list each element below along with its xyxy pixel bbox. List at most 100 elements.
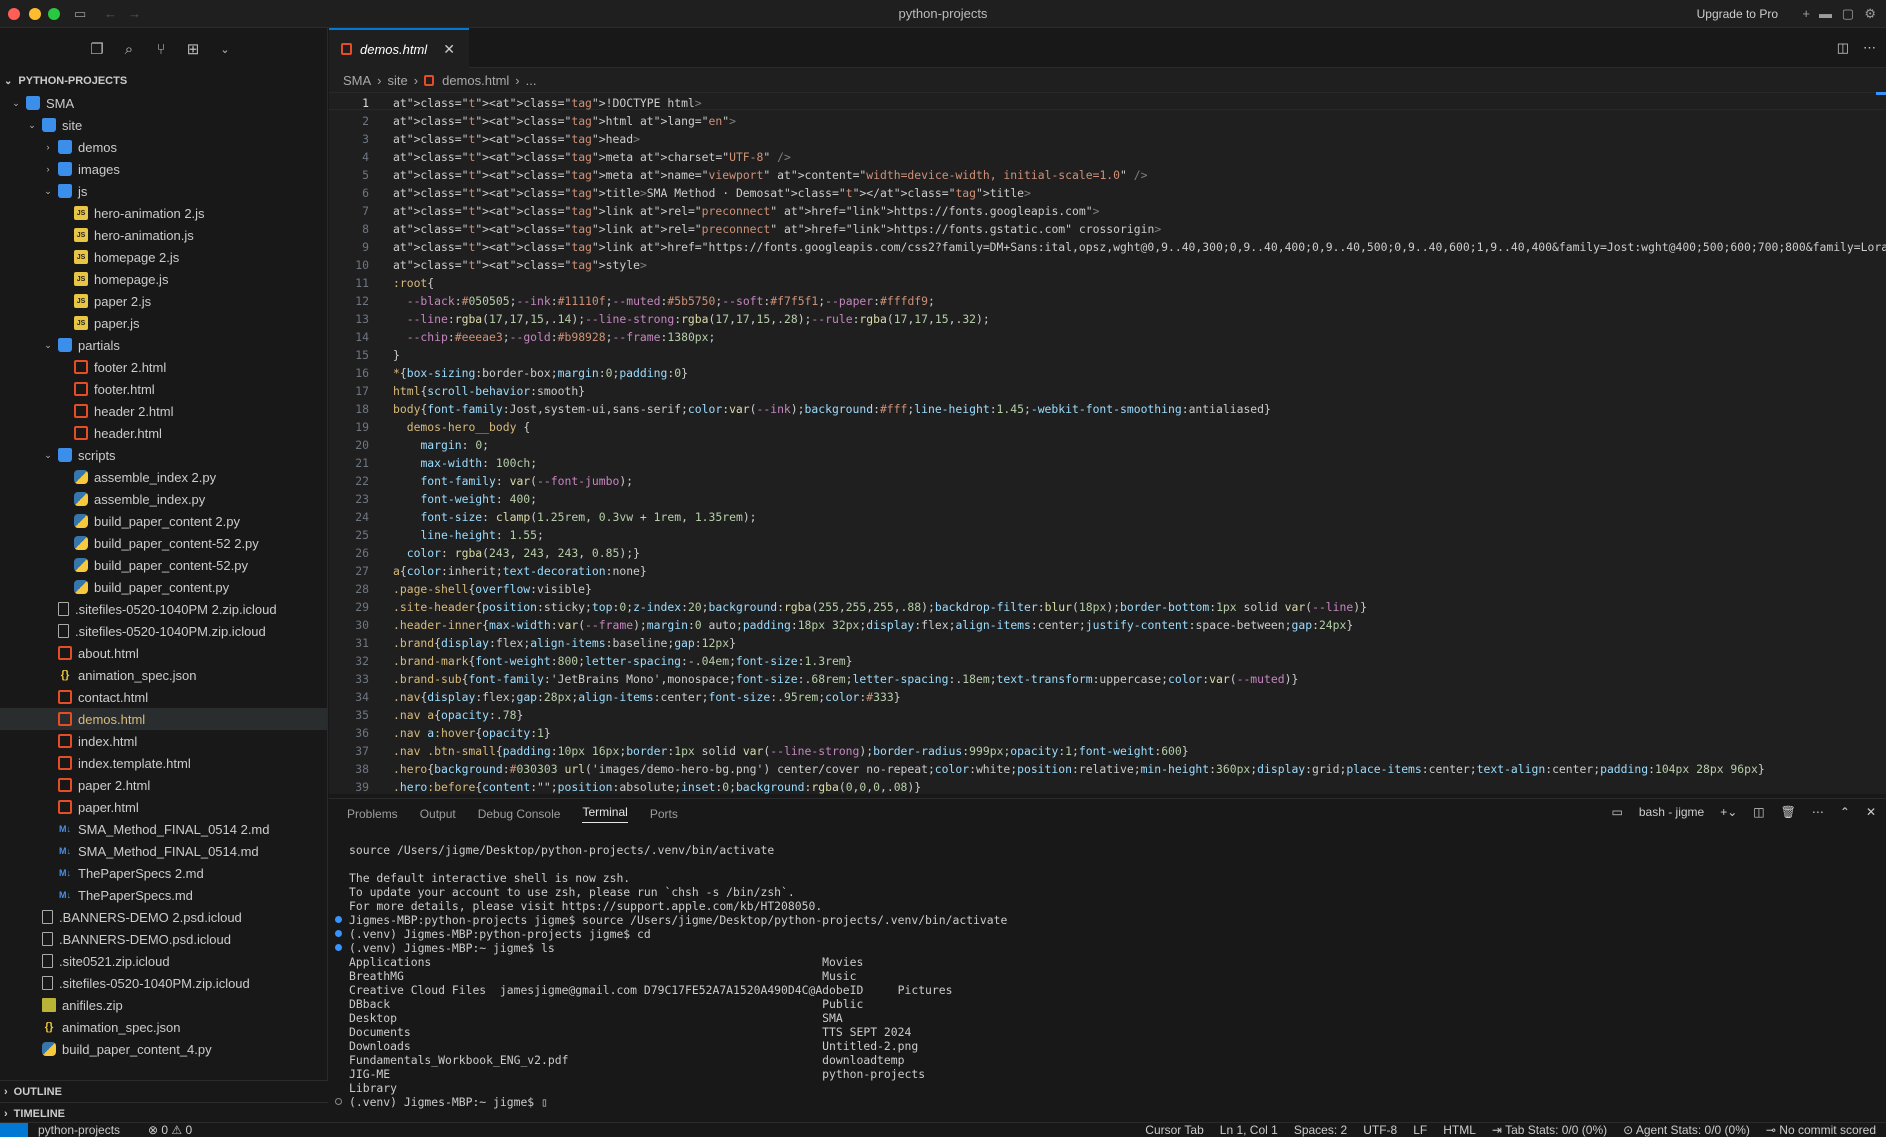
code-line[interactable]: 4 at">class="t"><at">class="tag">meta at"… bbox=[329, 148, 1886, 166]
tree-file[interactable]: demos.html bbox=[0, 708, 327, 730]
panel-tab-ports[interactable]: Ports bbox=[650, 807, 678, 821]
minimize-window-button[interactable] bbox=[29, 8, 41, 20]
panel-tab-terminal[interactable]: Terminal bbox=[582, 805, 628, 823]
code-line[interactable]: 25 line-height: 1.55; bbox=[329, 526, 1886, 544]
code-line[interactable]: 35 .nav a{opacity:.78} bbox=[329, 706, 1886, 724]
tree-folder[interactable]: › images bbox=[0, 158, 327, 180]
more-actions-icon[interactable]: ⋯ bbox=[1863, 40, 1876, 56]
code-line[interactable]: 17 html{scroll-behavior:smooth} bbox=[329, 382, 1886, 400]
tree-file[interactable]: anifiles.zip bbox=[0, 994, 327, 1016]
forward-arrow-icon[interactable]: → bbox=[128, 6, 141, 21]
status-problems[interactable]: ⊗ 0 ⚠ 0 bbox=[148, 1123, 192, 1137]
tree-file[interactable]: header.html bbox=[0, 422, 327, 444]
code-line[interactable]: 7 at">class="t"><at">class="tag">link at"… bbox=[329, 202, 1886, 220]
terminal-output[interactable]: source /Users/jigme/Desktop/python-proje… bbox=[329, 829, 1886, 1119]
search-icon[interactable]: ⌕ bbox=[120, 41, 138, 58]
status-item[interactable]: Cursor Tab bbox=[1145, 1123, 1203, 1137]
tree-file[interactable]: JS hero-animation.js bbox=[0, 224, 327, 246]
tree-file[interactable]: build_paper_content_4.py bbox=[0, 1038, 327, 1060]
tree-file[interactable]: M↓ SMA_Method_FINAL_0514 2.md bbox=[0, 818, 327, 840]
tree-file[interactable]: paper.html bbox=[0, 796, 327, 818]
code-line[interactable]: 23 font-weight: 400; bbox=[329, 490, 1886, 508]
tree-folder[interactable]: ⌄ scripts bbox=[0, 444, 327, 466]
maximize-window-button[interactable] bbox=[48, 8, 60, 20]
terminal-name[interactable]: bash - jigme bbox=[1639, 805, 1704, 819]
code-line[interactable]: 19 demos-hero__body { bbox=[329, 418, 1886, 436]
tree-file[interactable]: footer.html bbox=[0, 378, 327, 400]
tree-folder[interactable]: ⌄ js bbox=[0, 180, 327, 202]
settings-gear-icon[interactable]: ⚙ bbox=[1864, 6, 1876, 22]
code-line[interactable]: 26 color: rgba(243, 243, 243, 0.85);} bbox=[329, 544, 1886, 562]
close-tab-icon[interactable]: ✕ bbox=[443, 41, 455, 58]
tree-folder[interactable]: › demos bbox=[0, 136, 327, 158]
command-decoration-icon[interactable] bbox=[335, 930, 342, 937]
tree-file[interactable]: .sitefiles-0520-1040PM.zip.icloud bbox=[0, 972, 327, 994]
tree-file[interactable]: paper 2.html bbox=[0, 774, 327, 796]
panel-tab-problems[interactable]: Problems bbox=[347, 807, 398, 821]
panel-tab-debug-console[interactable]: Debug Console bbox=[478, 807, 561, 821]
explorer-icon[interactable]: ❐ bbox=[88, 40, 106, 58]
tree-file[interactable]: JS homepage.js bbox=[0, 268, 327, 290]
code-line[interactable]: 16 *{box-sizing:border-box;margin:0;paddi… bbox=[329, 364, 1886, 382]
command-decoration-icon[interactable] bbox=[335, 944, 342, 951]
code-line[interactable]: 22 font-family: var(--font-jumbo); bbox=[329, 472, 1886, 490]
tree-file[interactable]: build_paper_content.py bbox=[0, 576, 327, 598]
status-item[interactable]: LF bbox=[1413, 1123, 1427, 1137]
code-line[interactable]: 27 a{color:inherit;text-decoration:none} bbox=[329, 562, 1886, 580]
breadcrumb-item[interactable]: SMA bbox=[343, 73, 371, 88]
remote-indicator[interactable] bbox=[0, 1123, 28, 1137]
status-item[interactable]: Spaces: 2 bbox=[1294, 1123, 1347, 1137]
code-line[interactable]: 39 .hero:before{content:"";position:absol… bbox=[329, 778, 1886, 794]
tree-file[interactable]: M↓ SMA_Method_FINAL_0514.md bbox=[0, 840, 327, 862]
code-line[interactable]: 18 body{font-family:Jost,system-ui,sans-s… bbox=[329, 400, 1886, 418]
code-line[interactable]: 34 .nav{display:flex;gap:28px;align-items… bbox=[329, 688, 1886, 706]
timeline-section[interactable]: › TIMELINE bbox=[0, 1102, 328, 1124]
trash-icon[interactable]: 🗑 bbox=[1781, 805, 1796, 819]
split-terminal-icon[interactable]: ◫ bbox=[1753, 805, 1764, 819]
toggle-panel-icon[interactable]: ▬ bbox=[1819, 6, 1832, 21]
code-line[interactable]: 28 .page-shell{overflow:visible} bbox=[329, 580, 1886, 598]
chevron-down-icon[interactable]: ⌄ bbox=[216, 43, 234, 56]
tree-file[interactable]: header 2.html bbox=[0, 400, 327, 422]
status-item[interactable]: ⊸ No commit scored bbox=[1766, 1123, 1876, 1137]
tree-file[interactable]: JS homepage 2.js bbox=[0, 246, 327, 268]
tree-file[interactable]: .site0521.zip.icloud bbox=[0, 950, 327, 972]
tree-file[interactable]: JS hero-animation 2.js bbox=[0, 202, 327, 224]
code-line[interactable]: 12 --black:#050505;--ink:#11110f;--muted… bbox=[329, 292, 1886, 310]
command-decoration-icon[interactable] bbox=[335, 1098, 342, 1105]
tree-file[interactable]: build_paper_content-52.py bbox=[0, 554, 327, 576]
close-window-button[interactable] bbox=[8, 8, 20, 20]
toggle-sidebar-icon[interactable]: ▭ bbox=[74, 6, 86, 22]
status-item[interactable]: ⇥ Tab Stats: 0/0 (0%) bbox=[1492, 1123, 1607, 1137]
code-line[interactable]: 13 --line:rgba(17,17,15,.14);--line-stro… bbox=[329, 310, 1886, 328]
breadcrumb-item[interactable]: site bbox=[388, 73, 408, 88]
code-line[interactable]: 20 margin: 0; bbox=[329, 436, 1886, 454]
code-editor[interactable]: 1 at">class="t"><at">class="tag">!DOCTYPE… bbox=[329, 92, 1886, 794]
source-control-icon[interactable]: ⑂ bbox=[152, 41, 170, 58]
status-item[interactable]: ⊙ Agent Stats: 0/0 (0%) bbox=[1623, 1123, 1750, 1137]
tree-file[interactable]: assemble_index.py bbox=[0, 488, 327, 510]
tab-demos-html[interactable]: demos.html ✕ bbox=[329, 28, 469, 68]
status-item[interactable]: UTF-8 bbox=[1363, 1123, 1397, 1137]
new-terminal-icon[interactable]: +⌄ bbox=[1720, 805, 1737, 819]
code-line[interactable]: 32 .brand-mark{font-weight:800;letter-spa… bbox=[329, 652, 1886, 670]
code-line[interactable]: 11:root{ bbox=[329, 274, 1886, 292]
tree-file[interactable]: JS paper 2.js bbox=[0, 290, 327, 312]
tree-file[interactable]: assemble_index 2.py bbox=[0, 466, 327, 488]
tree-folder[interactable]: ⌄ SMA bbox=[0, 92, 327, 114]
code-line[interactable]: 21 max-width: 100ch; bbox=[329, 454, 1886, 472]
tree-file[interactable]: M↓ ThePaperSpecs.md bbox=[0, 884, 327, 906]
tree-folder[interactable]: ⌄ partials bbox=[0, 334, 327, 356]
code-line[interactable]: 33 .brand-sub{font-family:'JetBrains Mono… bbox=[329, 670, 1886, 688]
code-line[interactable]: 1 at">class="t"><at">class="tag">!DOCTYPE… bbox=[329, 94, 1886, 112]
code-line[interactable]: 9 at">class="t"><at">class="tag">link at"… bbox=[329, 238, 1886, 256]
tree-file[interactable]: contact.html bbox=[0, 686, 327, 708]
breadcrumb-item[interactable]: demos.html bbox=[442, 73, 509, 88]
tree-file[interactable]: build_paper_content-52 2.py bbox=[0, 532, 327, 554]
tree-file[interactable]: build_paper_content 2.py bbox=[0, 510, 327, 532]
more-actions-icon[interactable]: ⋯ bbox=[1812, 805, 1824, 819]
chat-icon[interactable]: ▢ bbox=[1842, 6, 1854, 22]
code-line[interactable]: 24 font-size: clamp(1.25rem, 0.3vw + 1re… bbox=[329, 508, 1886, 526]
tree-file[interactable]: index.template.html bbox=[0, 752, 327, 774]
extensions-icon[interactable]: ⊞ bbox=[184, 40, 202, 58]
